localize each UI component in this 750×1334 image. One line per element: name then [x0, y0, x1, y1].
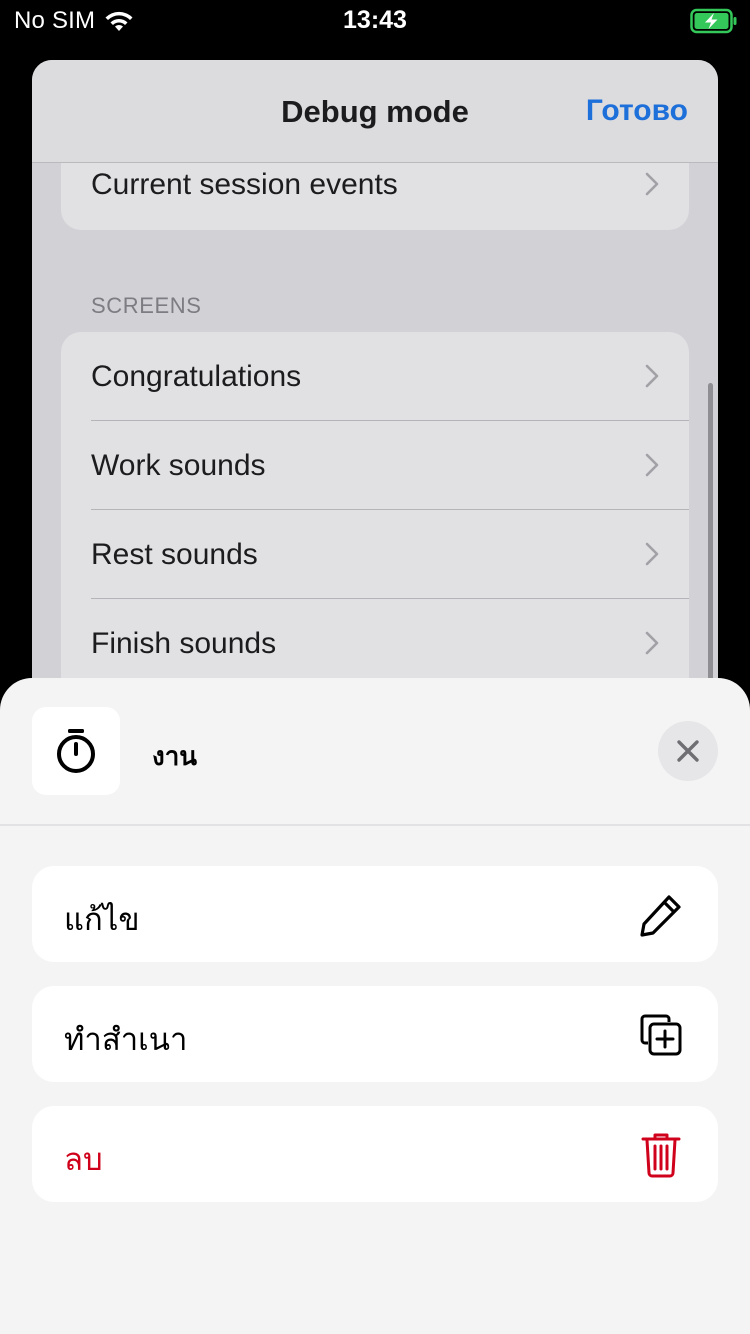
stopwatch-icon — [57, 729, 95, 773]
chevron-right-icon — [645, 364, 659, 388]
pencil-icon — [640, 895, 681, 937]
trash-icon — [641, 1133, 681, 1178]
row-label: Finish sounds — [91, 627, 277, 660]
battery-charging-icon — [690, 8, 737, 34]
section-header-screens: SCREENS — [91, 293, 202, 318]
action-sheet-title: งาน — [152, 741, 198, 771]
edit-action-button[interactable]: แก้ไข — [32, 866, 718, 962]
action-label: ทำสำเนา — [64, 1022, 188, 1057]
action-sheet-header: งาน — [0, 678, 750, 826]
clock: 13:43 — [343, 6, 407, 34]
delete-action-button[interactable]: ลบ — [32, 1106, 718, 1202]
sheet-navigation-bar: Debug mode Готово — [32, 60, 718, 163]
chevron-right-icon — [645, 542, 659, 566]
chevron-right-icon — [645, 631, 659, 655]
close-button[interactable] — [658, 721, 718, 781]
close-icon — [677, 740, 699, 762]
action-label: ลบ — [64, 1142, 103, 1177]
duplicate-action-button[interactable]: ทำสำเนา — [32, 986, 718, 1082]
row-label: Work sounds — [91, 449, 266, 482]
action-label: แก้ไข — [64, 902, 140, 937]
row-label: Rest sounds — [91, 538, 258, 571]
status-bar: No SIM 13:43 — [0, 0, 750, 42]
row-rest-sounds[interactable]: Rest sounds — [61, 510, 689, 599]
done-button[interactable]: Готово — [586, 94, 688, 128]
debug-mode-sheet: Current session events Debug mode Готово… — [32, 60, 718, 760]
action-sheet: งาน แก้ไข ทำสำเนา ลบ — [0, 678, 750, 1334]
row-label: Current session events — [91, 168, 398, 201]
duplicate-icon — [640, 1014, 682, 1056]
row-label: Congratulations — [91, 360, 302, 393]
row-congratulations[interactable]: Congratulations — [61, 332, 689, 421]
chevron-right-icon — [645, 453, 659, 477]
item-icon-tile — [32, 707, 120, 795]
row-finish-sounds[interactable]: Finish sounds — [61, 599, 689, 688]
row-work-sounds[interactable]: Work sounds — [61, 421, 689, 510]
chevron-right-icon — [645, 172, 659, 196]
